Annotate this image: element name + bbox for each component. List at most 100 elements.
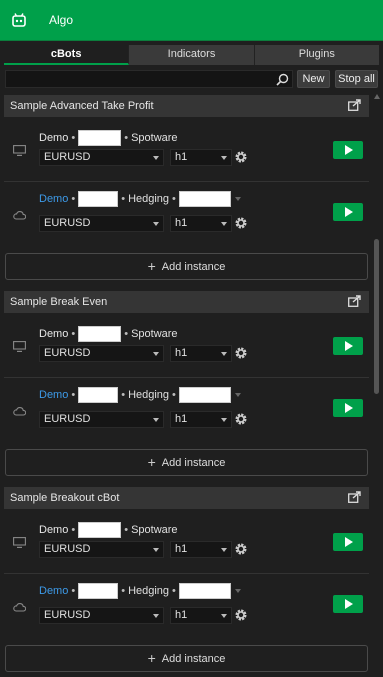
timeframe-select[interactable]: h1 bbox=[170, 541, 232, 558]
share-icon[interactable] bbox=[348, 295, 361, 307]
gear-icon[interactable] bbox=[234, 412, 248, 426]
instance-row: Demo • • Spotware EURUSD h1 bbox=[4, 313, 369, 377]
account-name-field[interactable] bbox=[178, 387, 231, 403]
account-name-field[interactable] bbox=[178, 191, 231, 207]
tab-cbots[interactable]: cBots bbox=[4, 45, 130, 65]
account-label[interactable]: Demo bbox=[39, 193, 68, 205]
run-button[interactable] bbox=[333, 533, 363, 551]
search-input[interactable] bbox=[5, 70, 293, 88]
scrollbar-thumb[interactable] bbox=[374, 239, 379, 394]
tab-bar: cBots Indicators Plugins bbox=[4, 45, 379, 65]
account-label[interactable]: Demo bbox=[39, 389, 68, 401]
run-button[interactable] bbox=[333, 141, 363, 159]
symbol-select[interactable]: EURUSD bbox=[39, 149, 164, 166]
play-icon bbox=[345, 207, 353, 217]
add-instance-button[interactable]: + Add instance bbox=[5, 645, 368, 672]
cbot-name: Sample Breakout cBot bbox=[10, 492, 120, 504]
timeframe-value: h1 bbox=[175, 347, 188, 359]
symbol-value: EURUSD bbox=[44, 543, 91, 555]
gear-icon[interactable] bbox=[234, 216, 248, 230]
timeframe-value: h1 bbox=[175, 543, 188, 555]
run-button[interactable] bbox=[333, 399, 363, 417]
chevron-down-icon bbox=[153, 614, 159, 618]
timeframe-value: h1 bbox=[175, 413, 188, 425]
bullet-separator: • bbox=[172, 192, 176, 205]
instance-row: Demo • • Spotware EURUSD h1 bbox=[4, 117, 369, 181]
cbot-header[interactable]: Sample Advanced Take Profit bbox=[4, 95, 369, 117]
bullet-separator: • bbox=[172, 388, 176, 401]
instance-row: Demo • • Hedging • EURUSD h1 bbox=[4, 181, 369, 245]
account-id-field[interactable] bbox=[78, 522, 122, 538]
run-button[interactable] bbox=[333, 203, 363, 221]
symbol-select[interactable]: EURUSD bbox=[39, 541, 164, 558]
cbot-header[interactable]: Sample Breakout cBot bbox=[4, 487, 369, 509]
chevron-down-icon bbox=[221, 614, 227, 618]
run-button[interactable] bbox=[333, 595, 363, 613]
gear-icon[interactable] bbox=[234, 542, 248, 556]
bullet-separator: • bbox=[71, 523, 76, 536]
symbol-select[interactable]: EURUSD bbox=[39, 411, 164, 428]
app-header: Algo bbox=[0, 0, 383, 41]
chevron-down-icon[interactable] bbox=[234, 197, 241, 201]
chevron-down-icon bbox=[221, 156, 227, 160]
chevron-down-icon bbox=[153, 222, 159, 226]
chevron-down-icon[interactable] bbox=[234, 589, 241, 593]
symbol-value: EURUSD bbox=[44, 413, 91, 425]
bullet-separator: • bbox=[71, 388, 76, 401]
bullet-separator: • bbox=[121, 388, 126, 401]
timeframe-select[interactable]: h1 bbox=[170, 411, 232, 428]
timeframe-select[interactable]: h1 bbox=[170, 345, 232, 362]
timeframe-select[interactable]: h1 bbox=[170, 149, 232, 166]
bullet-separator: • bbox=[124, 131, 129, 144]
timeframe-value: h1 bbox=[175, 151, 188, 163]
share-icon[interactable] bbox=[348, 491, 361, 503]
timeframe-select[interactable]: h1 bbox=[170, 215, 232, 232]
account-type-label: Hedging bbox=[128, 192, 170, 205]
gear-icon[interactable] bbox=[234, 346, 248, 360]
scroll-up-icon[interactable] bbox=[374, 94, 380, 99]
symbol-select[interactable]: EURUSD bbox=[39, 607, 164, 624]
scrollbar[interactable] bbox=[372, 92, 381, 677]
add-instance-label: Add instance bbox=[161, 653, 226, 665]
account-type-label: Hedging bbox=[128, 584, 170, 597]
symbol-select[interactable]: EURUSD bbox=[39, 345, 164, 362]
instance-row: Demo • • Hedging • EURUSD h1 bbox=[4, 573, 369, 637]
account-label[interactable]: Demo bbox=[39, 585, 68, 597]
chevron-down-icon bbox=[153, 156, 159, 160]
new-button[interactable]: New bbox=[297, 70, 330, 88]
share-icon[interactable] bbox=[348, 99, 361, 111]
gear-icon[interactable] bbox=[234, 608, 248, 622]
add-instance-button[interactable]: + Add instance bbox=[5, 449, 368, 476]
cbot-header[interactable]: Sample Break Even bbox=[4, 291, 369, 313]
symbol-value: EURUSD bbox=[44, 151, 91, 163]
play-icon bbox=[345, 537, 353, 547]
tab-plugins[interactable]: Plugins bbox=[254, 45, 379, 65]
account-id-field[interactable] bbox=[78, 326, 122, 342]
timeframe-value: h1 bbox=[175, 609, 188, 621]
search-icon[interactable] bbox=[276, 73, 289, 86]
broker-label: Spotware bbox=[131, 523, 178, 536]
chevron-down-icon bbox=[221, 548, 227, 552]
play-icon bbox=[345, 403, 353, 413]
account-label: Demo bbox=[39, 131, 69, 144]
account-id-field[interactable] bbox=[78, 387, 119, 403]
symbol-value: EURUSD bbox=[44, 609, 91, 621]
chevron-down-icon[interactable] bbox=[234, 393, 241, 397]
gear-icon[interactable] bbox=[234, 150, 248, 164]
tab-indicators[interactable]: Indicators bbox=[129, 45, 255, 65]
robot-icon bbox=[12, 13, 26, 27]
instance-account-line: Demo • • Spotware bbox=[39, 326, 178, 342]
timeframe-select[interactable]: h1 bbox=[170, 607, 232, 624]
symbol-select[interactable]: EURUSD bbox=[39, 215, 164, 232]
account-name-field[interactable] bbox=[178, 583, 231, 599]
play-icon bbox=[345, 341, 353, 351]
stop-all-button[interactable]: Stop all bbox=[335, 70, 378, 88]
account-id-field[interactable] bbox=[78, 583, 119, 599]
add-instance-button[interactable]: + Add instance bbox=[5, 253, 368, 280]
instance-row: Demo • • Hedging • EURUSD h1 bbox=[4, 377, 369, 441]
run-button[interactable] bbox=[333, 337, 363, 355]
account-id-field[interactable] bbox=[78, 191, 119, 207]
instance-account-line: Demo • • Hedging • bbox=[39, 387, 241, 403]
account-id-field[interactable] bbox=[78, 130, 122, 146]
symbol-value: EURUSD bbox=[44, 217, 91, 229]
